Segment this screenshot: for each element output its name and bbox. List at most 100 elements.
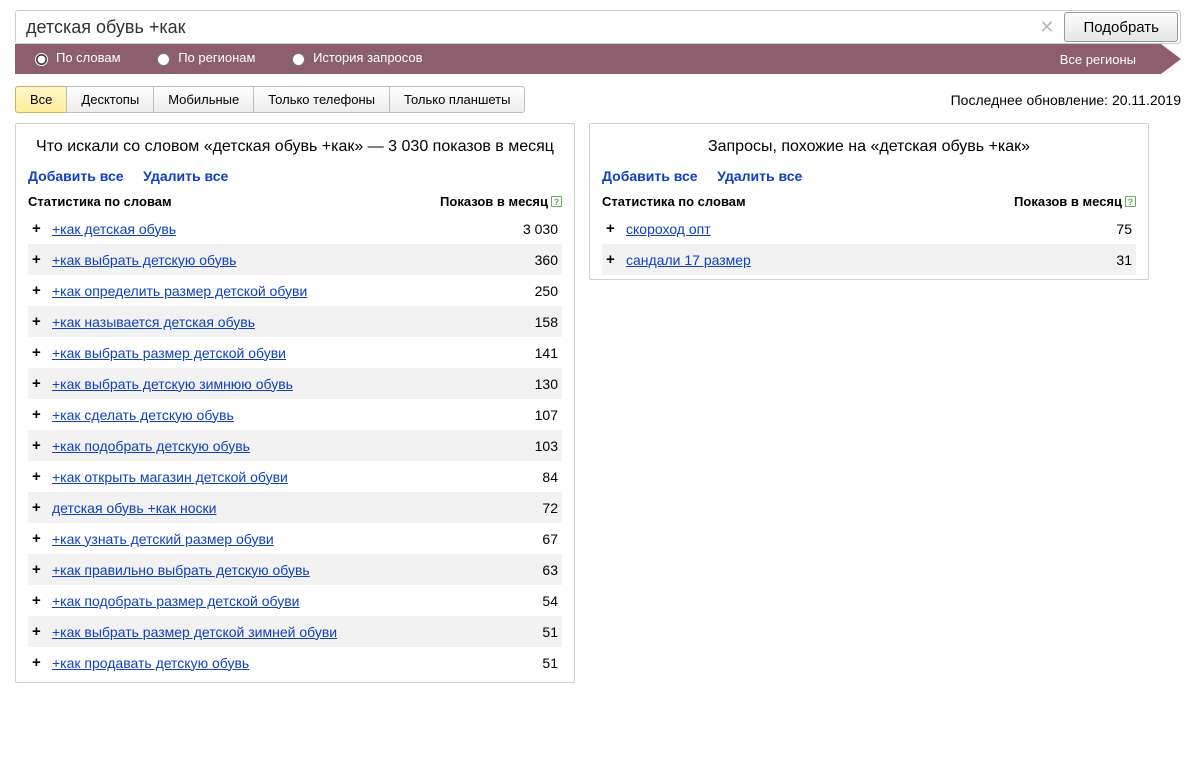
help-icon[interactable]: ? [551, 196, 562, 207]
right-col-words: Статистика по словам [602, 194, 996, 209]
count-value: 3 030 [458, 221, 558, 237]
count-value: 67 [458, 531, 558, 547]
search-bar: ✕ Подобрать [15, 10, 1181, 44]
add-icon[interactable]: + [606, 251, 626, 268]
table-row: +сандали 17 размер 31 [602, 244, 1136, 275]
device-tab-desktop[interactable]: Десктопы [66, 86, 154, 113]
count-value: 130 [458, 376, 558, 392]
count-value: 72 [458, 500, 558, 516]
keyword-link[interactable]: +как называется детская обувь [52, 314, 255, 330]
table-row: ++как продавать детскую обувь 51 [28, 647, 562, 678]
keyword-link[interactable]: +как узнать детский размер обуви [52, 531, 274, 547]
count-value: 31 [1032, 252, 1132, 268]
last-update: Последнее обновление: 20.11.2019 [951, 92, 1181, 108]
add-icon[interactable]: + [32, 251, 52, 268]
add-icon[interactable]: + [32, 406, 52, 423]
add-icon[interactable]: + [606, 220, 626, 237]
left-col-count: Показов в месяц? [422, 194, 562, 209]
table-row: ++как детская обувь 3 030 [28, 213, 562, 244]
table-row: ++как называется детская обувь 158 [28, 306, 562, 337]
table-row: ++как узнать детский размер обуви 67 [28, 523, 562, 554]
add-icon[interactable]: + [32, 313, 52, 330]
radio-history[interactable]: История запросов [287, 50, 423, 66]
add-icon[interactable]: + [32, 282, 52, 299]
table-row: ++как правильно выбрать детскую обувь 63 [28, 554, 562, 585]
count-value: 141 [458, 345, 558, 361]
right-col-count: Показов в месяц? [996, 194, 1136, 209]
left-delete-all[interactable]: Удалить все [143, 168, 228, 184]
radio-history-label: История запросов [313, 50, 423, 65]
add-icon[interactable]: + [32, 220, 52, 237]
keyword-link[interactable]: +как открыть магазин детской обуви [52, 469, 288, 485]
device-tab-phones[interactable]: Только телефоны [253, 86, 390, 113]
count-value: 51 [458, 655, 558, 671]
search-input[interactable] [16, 13, 1031, 42]
table-row: +детская обувь +как носки 72 [28, 492, 562, 523]
arrow-decor [1161, 44, 1181, 74]
left-panel-title: Что искали со словом «детская обувь +как… [28, 138, 562, 156]
count-value: 75 [1032, 221, 1132, 237]
table-row: ++как выбрать детскую обувь 360 [28, 244, 562, 275]
search-type-radio-group: По словам По регионам История запросов [30, 50, 451, 69]
keyword-link[interactable]: +как детская обувь [52, 221, 176, 237]
keyword-link[interactable]: +как выбрать детскую зимнюю обувь [52, 376, 293, 392]
keyword-link[interactable]: +как продавать детскую обувь [52, 655, 249, 671]
count-value: 250 [458, 283, 558, 299]
radio-by-words-label: По словам [56, 50, 121, 65]
count-value: 84 [458, 469, 558, 485]
add-icon[interactable]: + [32, 437, 52, 454]
add-icon[interactable]: + [32, 623, 52, 640]
help-icon[interactable]: ? [1125, 196, 1136, 207]
keyword-link[interactable]: +как определить размер детской обуви [52, 283, 307, 299]
right-delete-all[interactable]: Удалить все [717, 168, 802, 184]
right-panel: Запросы, похожие на «детская обувь +как»… [589, 123, 1149, 280]
clear-icon[interactable]: ✕ [1031, 17, 1062, 38]
add-icon[interactable]: + [32, 530, 52, 547]
add-icon[interactable]: + [32, 654, 52, 671]
add-icon[interactable]: + [32, 561, 52, 578]
add-icon[interactable]: + [32, 592, 52, 609]
right-add-all[interactable]: Добавить все [602, 168, 698, 184]
all-regions-link[interactable]: Все регионы [1060, 52, 1136, 67]
keyword-link[interactable]: детская обувь +как носки [52, 500, 216, 516]
left-panel: Что искали со словом «детская обувь +как… [15, 123, 575, 683]
count-value: 158 [458, 314, 558, 330]
table-row: ++как выбрать размер детской зимней обув… [28, 616, 562, 647]
keyword-link[interactable]: +как выбрать размер детской зимней обуви [52, 624, 337, 640]
keyword-link[interactable]: +как сделать детскую обувь [52, 407, 234, 423]
device-tab-tablets[interactable]: Только планшеты [389, 86, 525, 113]
table-row: ++как сделать детскую обувь 107 [28, 399, 562, 430]
add-icon[interactable]: + [32, 375, 52, 392]
radio-by-words[interactable]: По словам [30, 50, 121, 66]
table-row: ++как выбрать детскую зимнюю обувь 130 [28, 368, 562, 399]
table-row: ++как выбрать размер детской обуви 141 [28, 337, 562, 368]
device-tab-all[interactable]: Все [15, 86, 67, 113]
radio-by-regions-label: По регионам [178, 50, 255, 65]
left-add-all[interactable]: Добавить все [28, 168, 124, 184]
radio-by-regions[interactable]: По регионам [152, 50, 255, 66]
device-tabs: Все Десктопы Мобильные Только телефоны Т… [15, 86, 525, 113]
keyword-link[interactable]: +как выбрать размер детской обуви [52, 345, 286, 361]
keyword-link[interactable]: +как подобрать размер детской обуви [52, 593, 300, 609]
table-row: +скороход опт 75 [602, 213, 1136, 244]
keyword-link[interactable]: +как выбрать детскую обувь [52, 252, 236, 268]
add-icon[interactable]: + [32, 344, 52, 361]
table-row: ++как подобрать детскую обувь 103 [28, 430, 562, 461]
count-value: 54 [458, 593, 558, 609]
submit-button[interactable]: Подобрать [1064, 12, 1178, 42]
add-icon[interactable]: + [32, 499, 52, 516]
table-row: ++как открыть магазин детской обуви 84 [28, 461, 562, 492]
count-value: 107 [458, 407, 558, 423]
keyword-link[interactable]: +как правильно выбрать детскую обувь [52, 562, 310, 578]
table-row: ++как определить размер детской обуви 250 [28, 275, 562, 306]
left-col-words: Статистика по словам [28, 194, 422, 209]
count-value: 51 [458, 624, 558, 640]
keyword-link[interactable]: +как подобрать детскую обувь [52, 438, 250, 454]
keyword-link[interactable]: скороход опт [626, 221, 711, 237]
count-value: 360 [458, 252, 558, 268]
count-value: 103 [458, 438, 558, 454]
keyword-link[interactable]: сандали 17 размер [626, 252, 751, 268]
add-icon[interactable]: + [32, 468, 52, 485]
device-tab-mobile[interactable]: Мобильные [153, 86, 254, 113]
count-value: 63 [458, 562, 558, 578]
